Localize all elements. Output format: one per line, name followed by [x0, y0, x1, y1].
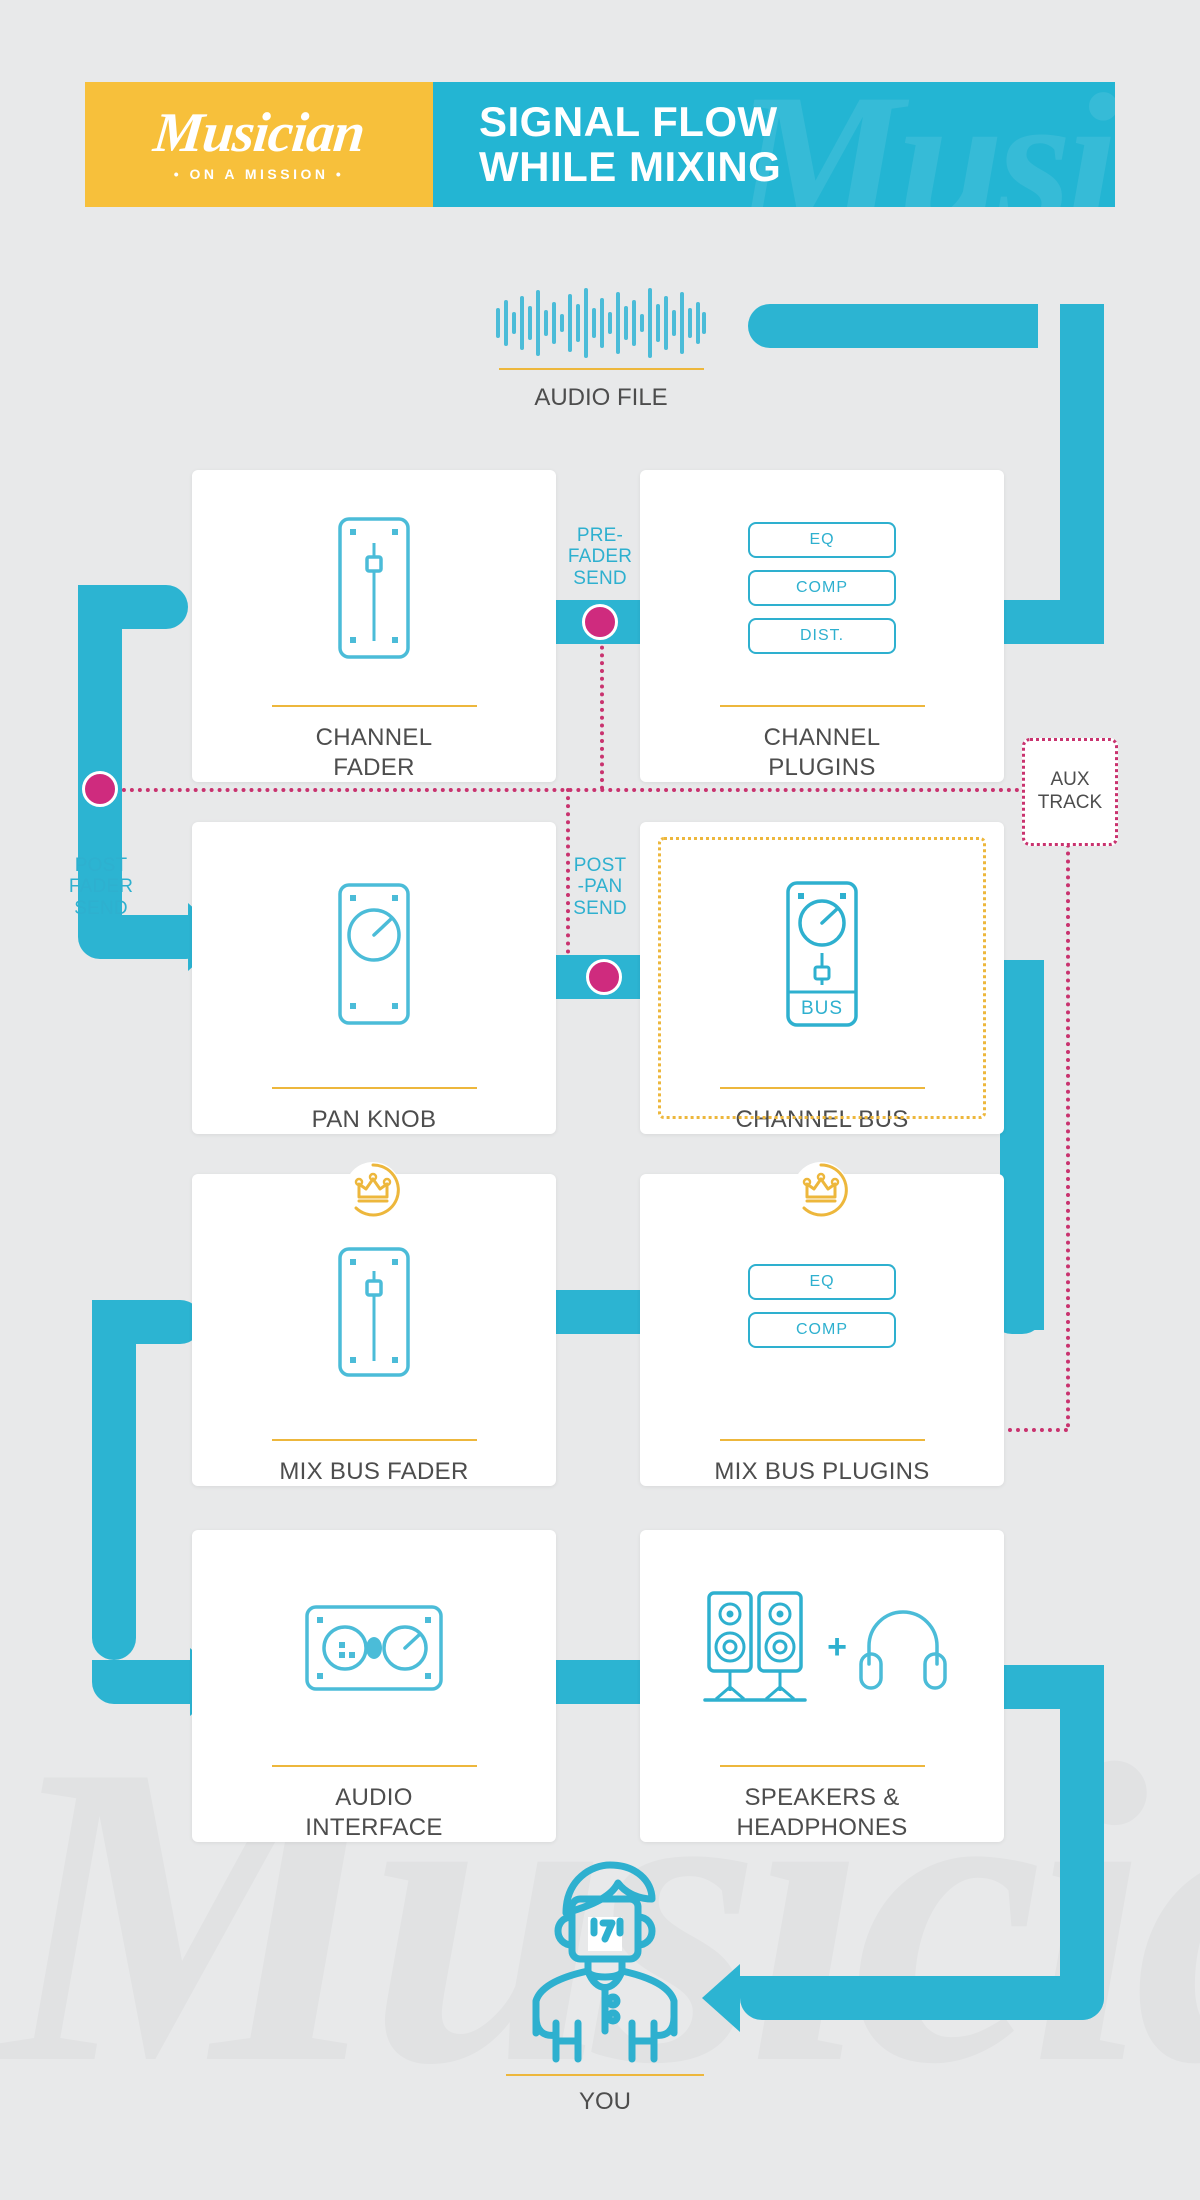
card-pan-knob[interactable]: PAN KNOB: [192, 822, 556, 1134]
channel-plugins-icon-slot: EQ COMP DIST.: [640, 470, 1004, 705]
audio-interface-icon-slot: [192, 1530, 556, 1765]
mix-bus-fader-label: MIX BUS FADER: [279, 1457, 469, 1485]
pan-knob-icon: [338, 883, 410, 1026]
channel-bus-label: CHANNEL BUS: [735, 1105, 909, 1133]
infographic-root: Musician Musician • ON A MISSION • Music…: [0, 0, 1200, 2200]
pan-knob-icon-slot: [192, 822, 556, 1087]
pre-fader-send-path-down: [600, 630, 604, 790]
speakers-headphones-label: SPEAKERS & HEADPHONES: [736, 1784, 908, 1841]
pre-fader-send-node[interactable]: [582, 604, 618, 640]
plugin-pill[interactable]: EQ: [748, 1264, 896, 1301]
channel-plugin-list: EQ COMP DIST.: [748, 521, 896, 654]
you-label: YOU: [578, 2088, 631, 2115]
fader-icon: [338, 1247, 410, 1378]
headphones-icon: [859, 1609, 947, 1690]
mix-bus-fader-crown-badge: [345, 1162, 401, 1218]
post-pan-send-node[interactable]: [586, 959, 622, 995]
brand-name: Musician: [150, 101, 368, 164]
mix-bus-plugins-crown-badge: [793, 1162, 849, 1218]
aux-track-box[interactable]: AUX TRACK: [1022, 738, 1118, 846]
mix-bus-plugin-list: EQ COMP: [748, 1264, 896, 1349]
plus-separator: +: [827, 1628, 847, 1667]
audio-interface-label: AUDIO INTERFACE: [305, 1784, 443, 1841]
post-pan-send-label: POST -PAN SEND: [573, 855, 627, 919]
page-title-line1: SIGNAL FLOW: [479, 97, 778, 145]
channel-plugins-label: CHANNEL PLUGINS: [763, 724, 881, 781]
person-icon: [532, 1861, 678, 2063]
brand-tagline: • ON A MISSION •: [173, 166, 345, 183]
post-fader-send-rail: [98, 788, 1028, 792]
card-speakers-headphones[interactable]: + SPEAKERS & HEADPHONES: [640, 1530, 1004, 1842]
post-fader-send-label: POST FADER SEND: [68, 855, 134, 919]
connector-into-plugins: [990, 600, 1104, 644]
aux-feed-down: [1066, 788, 1070, 1428]
channel-bus-icon-slot: BUS: [640, 822, 1004, 1087]
card-channel-plugins[interactable]: EQ COMP DIST. CHANNEL PLUGINS: [640, 470, 1004, 782]
page-title: SIGNAL FLOW WHILE MIXING: [479, 97, 782, 190]
bus-icon: BUS: [786, 881, 858, 1028]
connector-to-you: [740, 1976, 1104, 2020]
header-title-area: Musician SIGNAL FLOW WHILE MIXING: [433, 82, 1115, 207]
connector-mixfader-down: [92, 1300, 136, 1660]
aux-return-to-mixbus: [1000, 1428, 1068, 1432]
crown-icon: [354, 1163, 400, 1217]
audio-file-node: AUDIO FILE: [492, 288, 710, 412]
pan-knob-label: PAN KNOB: [311, 1105, 437, 1133]
brand-logo: Musician • ON A MISSION •: [85, 82, 449, 207]
connector-speakers-right-stub: [990, 1665, 1104, 1709]
card-audio-interface[interactable]: AUDIO INTERFACE: [192, 1530, 556, 1842]
card-mix-bus-plugins[interactable]: EQ COMP MIX BUS PLUGINS: [640, 1174, 1004, 1486]
studio-monitors-icon: [703, 1590, 807, 1702]
connector-mixfader-left-stub: [92, 1300, 202, 1344]
connector-fader-left-stub: [78, 585, 188, 629]
svg-text:BUS: BUS: [801, 998, 843, 1019]
audio-file-label: AUDIO FILE: [534, 384, 668, 411]
post-fader-send-node[interactable]: [82, 771, 118, 807]
plugin-pill[interactable]: EQ: [748, 521, 896, 558]
channel-fader-icon-slot: [192, 470, 556, 705]
connector-speakers-down: [1060, 1665, 1104, 2020]
channel-fader-label: CHANNEL FADER: [315, 724, 433, 781]
plugin-pill[interactable]: COMP: [748, 569, 896, 606]
plugin-pill[interactable]: DIST.: [748, 617, 896, 654]
fader-icon: [338, 516, 410, 659]
audio-interface-icon: [305, 1604, 443, 1691]
connector-bus-down: [1000, 960, 1044, 1330]
card-channel-bus[interactable]: BUS CHANNEL BUS: [640, 822, 1004, 1134]
pre-fader-send-label: PRE- FADER SEND: [567, 525, 633, 589]
connector-audiofile-down: [1060, 304, 1104, 624]
you-node: YOU: [500, 1855, 710, 2116]
plugin-pill[interactable]: COMP: [748, 1312, 896, 1349]
card-mix-bus-fader[interactable]: MIX BUS FADER: [192, 1174, 556, 1486]
waveform-icon: [496, 288, 706, 358]
crown-icon: [802, 1163, 848, 1217]
aux-track-label-line1: AUX: [1050, 769, 1090, 791]
connector-audiofile-top: [748, 304, 1038, 348]
mix-bus-plugins-label: MIX BUS PLUGINS: [714, 1457, 930, 1485]
page-title-line2: WHILE MIXING: [479, 142, 782, 190]
speakers-headphones-icon-slot: +: [640, 1530, 1004, 1765]
header-banner: Musician • ON A MISSION • Musician SIGNA…: [85, 82, 1115, 207]
aux-track-label-line2: TRACK: [1037, 792, 1103, 813]
card-channel-fader[interactable]: CHANNEL FADER: [192, 470, 556, 782]
banner-watermark: Musician: [735, 82, 1115, 207]
